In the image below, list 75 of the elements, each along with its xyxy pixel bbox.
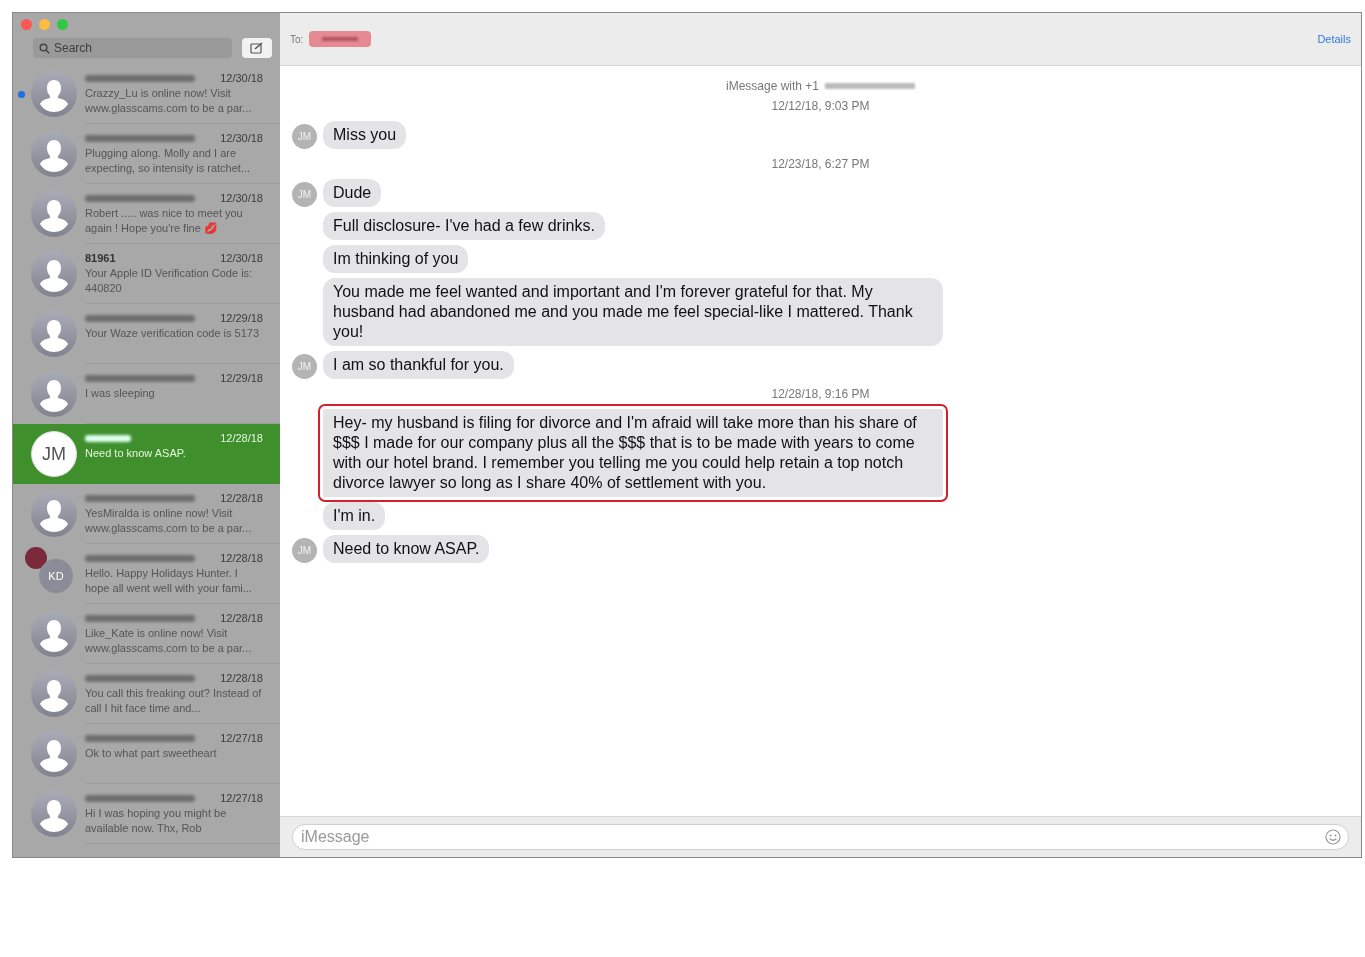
message-preview: Hello. Happy Holidays Hunter. I hope all went well with your fami... [85, 566, 253, 596]
message-preview: Like_Kate is online now! Visit www.glasscams.com to be a par... [85, 626, 253, 656]
conversation-item[interactable]: 12/30/18 Plugging along. Molly and I are expecting, so intensity is ratchet... [13, 124, 280, 184]
person-silhouette-icon [31, 791, 77, 837]
conversation-item[interactable]: 12/28/18 YesMiralda is online now! Visit www.glasscams.com to be a par... [13, 484, 280, 544]
conversation-item[interactable]: 12/27/18 Ok to what part sweetheart [13, 724, 280, 784]
message-bubble: Full disclosure- I've had a few drinks. [323, 212, 605, 240]
message-preview: Your Apple ID Verification Code is: 440820 [85, 266, 254, 296]
emoji-icon[interactable] [1325, 829, 1341, 845]
message-preview: Crazzy_Lu is online now! Visit www.glasscams.com to be a par... [85, 86, 253, 116]
conversation-date: 12/30/18 [220, 252, 263, 264]
sender-avatar: JM [292, 124, 317, 149]
conversation-date: 12/27/18 [220, 732, 263, 744]
contact-avatar: KD [39, 559, 73, 593]
conversation-date: 12/28/18 [220, 432, 263, 444]
message-bubble: Dude [323, 179, 382, 207]
conversation-item[interactable]: JM 12/28/18 Need to know ASAP. [13, 424, 280, 484]
conversation-date: 12/28/18 [220, 492, 263, 504]
sender-avatar: JM [292, 354, 317, 379]
message-bubble: You made me feel wanted and important and I'm forever grateful for that. My husband had abandoned me and you made me feel special-like I mattered. Thank you! [323, 278, 943, 346]
sender-avatar: JM [292, 182, 317, 207]
conversation-date: 12/30/18 [220, 132, 263, 144]
conversation-item[interactable]: 81961 12/30/18 Your Apple ID Verification Code is: 440820 [13, 244, 280, 304]
person-silhouette-icon [31, 131, 77, 177]
contact-avatar: JM [31, 431, 77, 477]
message-input[interactable]: iMessage [292, 824, 1349, 850]
person-silhouette-icon [31, 71, 77, 117]
message-preview: I was sleeping [85, 386, 156, 401]
person-silhouette-icon [31, 491, 77, 537]
message-preview: Your Waze verification code is 5173 [85, 326, 261, 341]
sender-avatar: JM [292, 538, 317, 563]
conversation-date: 12/29/18 [220, 312, 263, 324]
conversation-date: 12/27/18 [220, 792, 263, 804]
timestamp: 12/12/18, 9:03 PM [771, 99, 870, 113]
person-silhouette-icon [31, 731, 77, 777]
message-preview: Need to know ASAP. [85, 446, 187, 461]
conversation-item[interactable]: KD 12/28/18 Hello. Happy Holidays Hunter. I hope all went well with your fami... [13, 544, 280, 604]
timestamp: 12/23/18, 6:27 PM [771, 157, 870, 171]
person-silhouette-icon [31, 371, 77, 417]
message-bubble: I'm in. [323, 502, 386, 530]
conversation-item[interactable]: 12/28/18 Like_Kate is online now! Visit www.glasscams.com to be a par... [13, 604, 280, 664]
person-silhouette-icon [31, 191, 77, 237]
message-bubble: Need to know ASAP. [323, 535, 490, 563]
details-link[interactable]: Details [1317, 33, 1351, 45]
conversation-date: 12/28/18 [220, 552, 263, 564]
conversation-date: 12/30/18 [220, 192, 263, 204]
thread-header: iMessage with +1 [725, 79, 819, 93]
message-preview: YesMiralda is online now! Visit www.glasscams.com to be a par... [85, 506, 253, 536]
message-preview: Ok to what part sweetheart [85, 746, 218, 761]
person-silhouette-icon [31, 251, 77, 297]
to-label: To: [290, 33, 304, 45]
contact-name: 81961 [85, 252, 116, 264]
person-silhouette-icon [31, 311, 77, 357]
person-silhouette-icon [31, 611, 77, 657]
recipient-chip[interactable] [309, 31, 372, 47]
search-field[interactable]: Search [33, 38, 232, 58]
compose-button[interactable] [242, 38, 272, 58]
message-preview: Robert ..... was nice to meet you again ! Hope you're fine 💋 [85, 206, 244, 236]
search-icon [39, 43, 50, 54]
person-silhouette-icon [31, 671, 77, 717]
conversation-date: 12/29/18 [220, 372, 263, 384]
message-preview: Plugging along. Molly and I are expecting, so intensity is ratchet... [85, 146, 252, 176]
conversation-item[interactable]: 12/30/18 Robert ..... was nice to meet you again ! Hope you're fine 💋 [13, 184, 280, 244]
message-bubble: I am so thankful for you. [323, 351, 514, 379]
photo-placeholder [25, 547, 47, 569]
conversation-date: 12/28/18 [220, 612, 263, 624]
message-bubble: Miss you [323, 121, 407, 149]
conversation-item[interactable]: 12/29/18 Your Waze verification code is 5173 [13, 304, 280, 364]
conversation-date: 12/30/18 [220, 72, 263, 84]
timestamp: 12/28/18, 9:16 PM [771, 387, 870, 401]
conversation-item[interactable]: 12/30/18 Crazzy_Lu is online now! Visit www.glasscams.com to be a par... [13, 64, 280, 124]
message-bubble: Im thinking of you [323, 245, 469, 273]
minimize-button[interactable] [39, 19, 50, 30]
compose-icon [250, 42, 264, 54]
conversation-date: 12/28/18 [220, 672, 263, 684]
